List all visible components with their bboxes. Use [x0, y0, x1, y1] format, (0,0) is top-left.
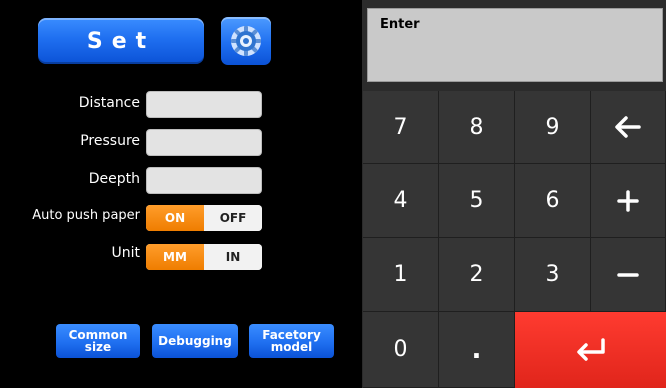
auto-push-paper-label: Auto push paper — [32, 208, 140, 223]
key-4-label: 4 — [393, 188, 408, 213]
distance-label: Distance — [78, 95, 140, 111]
deepth-label: Deepth — [88, 171, 140, 187]
auto-push-paper-toggle[interactable]: ON OFF — [146, 205, 262, 231]
auto-push-on-label: ON — [164, 211, 186, 225]
key-1-label: 1 — [393, 262, 408, 287]
unit-label: Unit — [111, 245, 141, 261]
unit-mm-label: MM — [163, 250, 187, 264]
pressure-label: Pressure — [80, 133, 140, 149]
enter-icon — [576, 338, 605, 361]
settings-gear-button[interactable] — [221, 17, 271, 65]
debugging-label: Debugging — [158, 334, 232, 348]
key-6[interactable]: 6 — [515, 164, 591, 238]
dot-key[interactable]: . — [439, 312, 515, 388]
key-5-label: 5 — [469, 188, 484, 213]
key-0[interactable]: 0 — [363, 312, 439, 388]
key-6-label: 6 — [545, 188, 560, 213]
set-button[interactable]: Set — [38, 18, 204, 64]
gear-icon — [231, 26, 261, 56]
dot-key-label: . — [471, 334, 482, 365]
key-9-label: 9 — [545, 114, 560, 140]
debugging-button[interactable]: Debugging — [152, 324, 238, 358]
factory-model-button[interactable]: Facetory model — [249, 324, 334, 358]
key-5[interactable]: 5 — [439, 164, 515, 238]
settings-panel: Set Distance Pressure Deepth Auto push p… — [0, 0, 362, 388]
pressure-field[interactable] — [146, 129, 262, 156]
keypad-panel: Enter 7 8 9 4 5 6 1 2 3 0 . — [362, 0, 666, 388]
auto-push-off-label: OFF — [219, 211, 247, 225]
unit-in-label: IN — [225, 250, 241, 264]
key-7[interactable]: 7 — [363, 91, 439, 164]
backspace-key[interactable] — [591, 91, 666, 164]
auto-push-off-option[interactable]: OFF — [204, 205, 262, 231]
key-8[interactable]: 8 — [439, 91, 515, 164]
unit-mm-option[interactable]: MM — [146, 244, 204, 270]
key-1[interactable]: 1 — [363, 238, 439, 312]
factory-model-label-line2: model — [270, 340, 313, 354]
common-size-label-line2: size — [84, 340, 112, 354]
key-2[interactable]: 2 — [439, 238, 515, 312]
deepth-field[interactable] — [146, 167, 262, 194]
distance-field[interactable] — [146, 91, 262, 118]
unit-toggle[interactable]: MM IN — [146, 244, 262, 270]
set-button-label: Set — [86, 28, 156, 54]
minus-key[interactable] — [591, 238, 666, 312]
plus-key[interactable] — [591, 164, 666, 238]
common-size-button[interactable]: Common size — [56, 324, 140, 358]
key-2-label: 2 — [469, 262, 484, 287]
arrow-left-icon — [615, 116, 641, 138]
key-0-label: 0 — [393, 337, 408, 362]
enter-display-title: Enter — [380, 17, 420, 32]
key-9[interactable]: 9 — [515, 91, 591, 164]
key-7-label: 7 — [393, 114, 408, 140]
minus-icon — [617, 272, 639, 277]
key-3[interactable]: 3 — [515, 238, 591, 312]
enter-display[interactable]: Enter — [367, 8, 663, 82]
key-4[interactable]: 4 — [363, 164, 439, 238]
key-3-label: 3 — [545, 262, 560, 287]
auto-push-on-option[interactable]: ON — [146, 205, 204, 231]
enter-key[interactable] — [515, 312, 666, 388]
plus-icon — [617, 189, 639, 212]
key-8-label: 8 — [469, 114, 484, 140]
unit-in-option[interactable]: IN — [204, 244, 262, 270]
